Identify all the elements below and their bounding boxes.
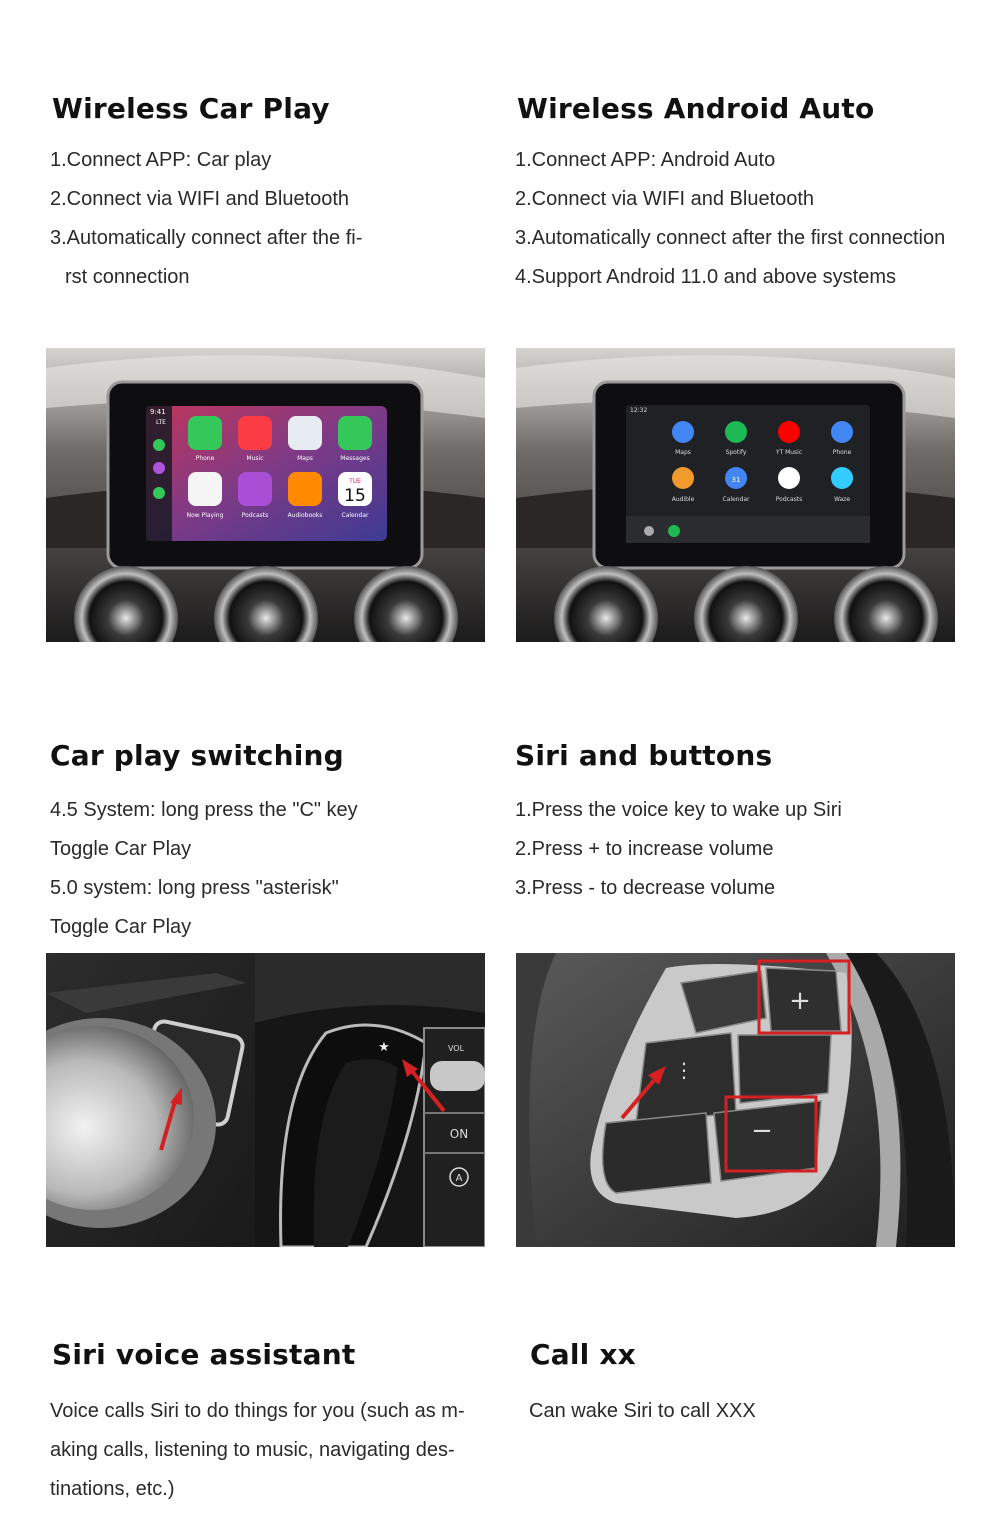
carplay-app-label: Podcasts — [242, 512, 268, 519]
android-app-label: Maps — [675, 449, 691, 456]
carplay-app-label: Maps — [297, 455, 313, 462]
carplay-line-3: 3.Automatically connect after the fi- — [50, 227, 363, 249]
carplay-signal: LTE — [156, 419, 166, 426]
siri-buttons-title: Siri and buttons — [515, 739, 773, 772]
android-calendar-date: 31 — [732, 476, 741, 484]
steering-buttons-photo: + − ⋮ — [516, 953, 955, 1247]
siri-buttons-line-2: 2.Press + to increase volume — [515, 838, 774, 860]
carplay-title: Wireless Car Play — [52, 92, 330, 125]
carplay-app-label: Phone — [196, 455, 215, 462]
android-dashboard-photo: 12:32 31 Maps Spotify YT Music Phone Aud… — [516, 348, 955, 642]
carplay-app-label: Now Playing — [187, 512, 224, 519]
carplay-calendar-day: TUE — [348, 478, 361, 485]
android-app-label: Spotify — [726, 449, 747, 456]
auto-label: A — [456, 1173, 463, 1184]
asterisk-key-label: ★ — [378, 1040, 390, 1055]
android-line-2: 2.Connect via WIFI and Bluetooth — [515, 188, 815, 210]
call-title: Call xx — [530, 1338, 636, 1371]
android-time: 12:32 — [630, 407, 647, 414]
carplay-app-label: Messages — [340, 455, 369, 462]
call-line-1: Can wake Siri to call XXX — [529, 1400, 756, 1422]
carplay-line-1: 1.Connect APP: Car play — [50, 149, 272, 171]
siri-buttons-line-3: 3.Press - to decrease volume — [515, 877, 776, 899]
switching-line-2: Toggle Car Play — [50, 838, 192, 860]
siri-buttons-line-1: 1.Press the voice key to wake up Siri — [515, 799, 842, 821]
android-line-4: 4.Support Android 11.0 and above systems — [515, 266, 896, 288]
carplay-line-2: 2.Connect via WIFI and Bluetooth — [50, 188, 350, 210]
android-app-label: Phone — [833, 449, 852, 456]
android-line-1: 1.Connect APP: Android Auto — [515, 149, 776, 171]
minus-icon: − — [751, 1116, 773, 1146]
carplay-time: 9:41 — [150, 408, 166, 416]
voice-key-icon: ⋮ — [674, 1058, 694, 1082]
vol-label: VOL — [448, 1044, 465, 1053]
android-app-label: Podcasts — [776, 496, 802, 503]
carplay-line-4: rst connection — [65, 266, 190, 288]
carplay-calendar-date: 15 — [344, 486, 366, 506]
carplay-dashboard-photo: 9:41 LTE TUE 15 Phone Music Maps Message… — [46, 348, 485, 642]
carplay-app-label: Audiobooks — [288, 512, 323, 519]
android-app-label: Waze — [834, 496, 850, 503]
android-line-3: 3.Automatically connect after the first … — [515, 227, 946, 249]
android-app-label: Audible — [672, 496, 695, 503]
plus-icon: + — [789, 986, 811, 1016]
carplay-app-label: Calendar — [342, 512, 370, 519]
android-title: Wireless Android Auto — [517, 92, 875, 125]
siri-voice-title: Siri voice assistant — [52, 1338, 356, 1371]
siri-voice-line-1: Voice calls Siri to do things for you (s… — [50, 1400, 465, 1422]
switching-title: Car play switching — [50, 739, 344, 772]
siri-voice-line-3: tinations, etc.) — [50, 1478, 175, 1500]
android-app-label: YT Music — [775, 449, 802, 456]
android-app-label: Calendar — [723, 496, 751, 503]
switching-controls-photo: C VOL ON A ★ — [46, 953, 485, 1247]
on-label: ON — [450, 1127, 468, 1141]
switching-line-3: 5.0 system: long press "asterisk" — [50, 877, 339, 899]
switching-line-4: Toggle Car Play — [50, 916, 192, 938]
siri-voice-line-2: aking calls, listening to music, navigat… — [50, 1439, 455, 1461]
switching-line-1: 4.5 System: long press the "C" key — [50, 799, 358, 821]
carplay-app-label: Music — [246, 455, 263, 462]
